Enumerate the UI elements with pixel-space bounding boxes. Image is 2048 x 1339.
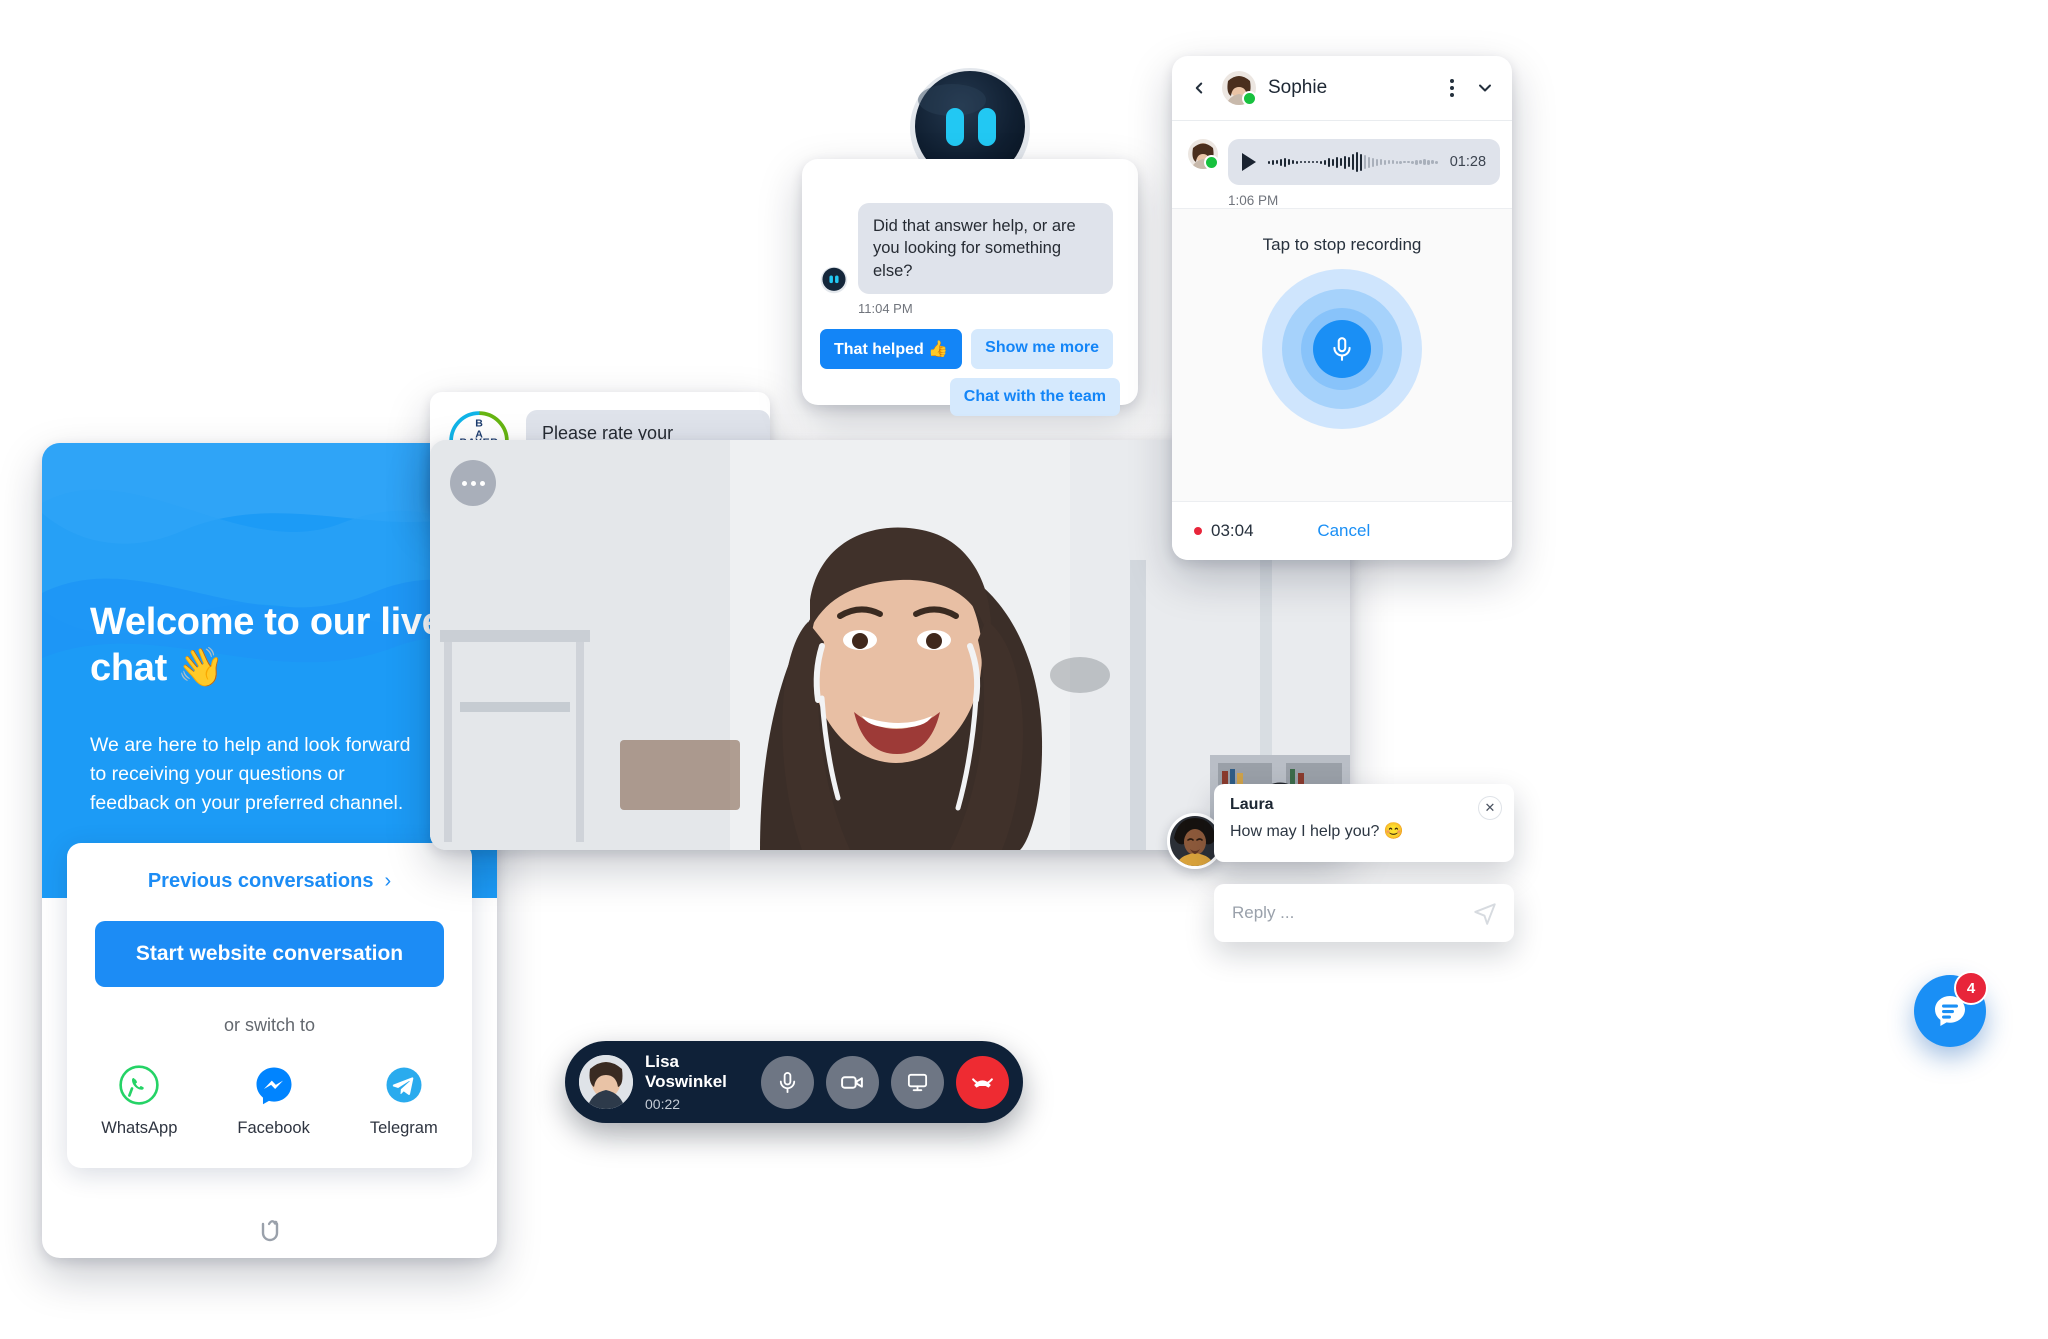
- agent-avatar: [1222, 71, 1257, 106]
- widget-subtitle: We are here to help and look forward to …: [90, 734, 411, 814]
- pulse-ring-2: [1282, 289, 1402, 409]
- laura-message: How may I help you? 😊: [1230, 823, 1404, 840]
- panel-menu-button[interactable]: [1442, 75, 1462, 101]
- bot-message-bubble: Did that answer help, or are you looking…: [858, 203, 1113, 295]
- channel-list: WhatsApp Facebook Telegram: [67, 1064, 472, 1138]
- screen-share-button[interactable]: [891, 1055, 944, 1109]
- hangup-button[interactable]: [956, 1055, 1009, 1109]
- recording-label: Tap to stop recording: [1262, 235, 1422, 254]
- hero-wave-decoration: [42, 443, 497, 743]
- quick-reply-group: That helped 👍 Show me more Chat with the…: [802, 316, 1138, 417]
- unread-badge: 4: [1954, 971, 1988, 1005]
- reply-input-bar: [1214, 884, 1514, 942]
- pulse-ring-3: [1301, 308, 1383, 390]
- start-website-conversation-button[interactable]: Start website conversation: [95, 921, 444, 987]
- recording-pulse-rings: [1262, 269, 1422, 429]
- online-status-indicator: [1204, 155, 1219, 170]
- voice-message-row: 01:28: [1172, 121, 1512, 185]
- recording-elapsed-time: 03:04: [1211, 521, 1254, 540]
- phone-hangup-icon: [972, 1077, 993, 1088]
- microphone-icon: [779, 1071, 796, 1093]
- quick-reply-chat-with-team[interactable]: Chat with the team: [949, 378, 1120, 417]
- back-button[interactable]: [1188, 79, 1210, 97]
- chevron-down-icon: [1479, 84, 1491, 92]
- quick-reply-that-helped[interactable]: That helped 👍: [820, 329, 963, 370]
- quick-reply-show-me-more[interactable]: Show me more: [971, 329, 1113, 370]
- bot-conversation-card: Did that answer help, or are you looking…: [802, 159, 1138, 417]
- live-chat-widget: Welcome to our live chat 👋 We are here t…: [42, 443, 497, 1258]
- voice-message-timestamp: 1:06 PM: [1228, 193, 1279, 208]
- bot-message-row: Did that answer help, or are you looking…: [802, 159, 1138, 295]
- sophie-panel-header: Sophie: [1172, 56, 1512, 121]
- cancel-recording-button[interactable]: Cancel: [1254, 521, 1434, 541]
- voice-message-bubble[interactable]: 01:28: [1228, 139, 1501, 185]
- avatar-image: [579, 1055, 633, 1109]
- sophie-message-area: 01:28 1:06 PM: [1172, 121, 1512, 208]
- agent-name: Sophie: [1268, 77, 1328, 98]
- sophie-chat-panel: Sophie 01:28 1:06 PM Tap to stop recordi…: [1172, 56, 1512, 560]
- video-more-options-button[interactable]: [450, 460, 496, 506]
- voice-message-block: 01:28: [1228, 139, 1501, 185]
- channel-label: Facebook: [237, 1119, 310, 1137]
- channel-telegram[interactable]: Telegram: [370, 1064, 438, 1138]
- voice-duration: 01:28: [1449, 154, 1487, 170]
- stop-recording-button[interactable]: [1313, 320, 1371, 378]
- recording-footer: 03:04 Cancel: [1172, 501, 1512, 560]
- widget-hero: Welcome to our live chat 👋 We are here t…: [42, 443, 497, 898]
- more-options-icon: [461, 480, 485, 486]
- chevron-right-icon: ›: [384, 869, 392, 892]
- audio-waveform: [1268, 150, 1438, 174]
- screenshot-stage: Welcome to our live chat 👋 We are here t…: [0, 0, 2048, 1339]
- whatsapp-icon: [119, 1065, 160, 1105]
- channel-facebook[interactable]: Facebook: [237, 1064, 310, 1138]
- microphone-button[interactable]: [761, 1055, 814, 1109]
- bot-message-timestamp: 11:04 PM: [858, 301, 913, 317]
- widget-branding: [42, 1218, 497, 1244]
- laura-notification-card: Laura How may I help you? 😊 ✕: [1214, 784, 1514, 862]
- chat-launcher-button[interactable]: 4: [1914, 971, 1988, 1047]
- microphone-icon: [1333, 337, 1351, 361]
- robot-avatar-icon: [820, 267, 848, 294]
- panel-collapse-button[interactable]: [1474, 78, 1496, 98]
- userlike-logo-icon: [261, 1220, 278, 1242]
- video-call-control-bar: Lisa Voswinkel 00:22: [565, 1041, 1023, 1123]
- telegram-icon: [386, 1067, 422, 1103]
- widget-action-panel: Previous conversations › Start website c…: [67, 843, 472, 1168]
- play-icon[interactable]: [1242, 153, 1256, 171]
- quick-reply-row-2: Chat with the team: [820, 378, 1120, 417]
- close-notification-button[interactable]: ✕: [1478, 796, 1502, 820]
- reply-input[interactable]: [1230, 902, 1472, 924]
- camera-button[interactable]: [826, 1055, 879, 1109]
- channel-whatsapp[interactable]: WhatsApp: [101, 1064, 177, 1138]
- previous-conversations-link[interactable]: Previous conversations ›: [67, 843, 472, 919]
- chevron-left-icon: [1195, 82, 1203, 94]
- message-avatar: [1188, 139, 1219, 170]
- laura-name: Laura: [1230, 796, 1274, 813]
- video-camera-icon: [841, 1075, 863, 1089]
- monitor-icon: [907, 1073, 928, 1091]
- recording-indicator-dot: [1194, 527, 1202, 535]
- channel-label: Telegram: [369, 1119, 438, 1137]
- facebook-messenger-icon: [256, 1067, 292, 1105]
- caller-info: Lisa Voswinkel 00:22: [645, 1052, 737, 1113]
- or-switch-to-label: or switch to: [223, 1015, 316, 1035]
- online-status-indicator: [1242, 91, 1257, 106]
- widget-title: Welcome to our live chat 👋: [90, 601, 443, 690]
- channel-label: WhatsApp: [101, 1119, 178, 1137]
- caller-name: Lisa Voswinkel: [645, 1051, 727, 1091]
- previous-conversations-label: Previous conversations: [147, 869, 374, 892]
- recording-area: Tap to stop recording: [1172, 208, 1512, 501]
- send-icon[interactable]: [1472, 900, 1498, 926]
- caller-avatar: [579, 1055, 633, 1109]
- avatar-image: [1170, 816, 1220, 866]
- call-duration: 00:22: [645, 1096, 681, 1113]
